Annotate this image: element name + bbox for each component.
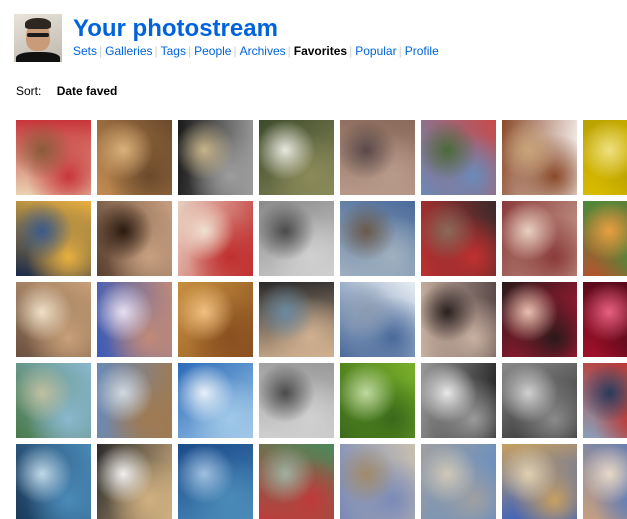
photo-thumbnail-mountain-town[interactable] [340,201,415,276]
nav-people[interactable]: People [194,44,231,58]
sort-label: Sort: [16,84,42,98]
photo-thumbnail-lake-swimmer[interactable] [16,444,91,519]
nav-separator: | [287,44,291,58]
photo-thumbnail-street-wide[interactable] [421,444,496,519]
photo-thumbnail-face-hair[interactable] [97,201,172,276]
photo-thumbnail-mountain-river[interactable] [16,363,91,438]
page-title: Your photostream [73,15,278,42]
user-avatar[interactable] [14,14,62,62]
nav-galleries[interactable]: Galleries [105,44,152,58]
photo-thumbnail-old-town[interactable] [583,444,627,519]
nav-popular[interactable]: Popular [355,44,396,58]
photo-thumbnail-green-fence[interactable] [259,444,334,519]
sort-bar: Sort: Date faved [16,84,117,98]
nav-separator: | [398,44,402,58]
photo-thumbnail-lighthouse[interactable] [583,363,627,438]
photo-thumbnail-autumn-tree[interactable] [97,120,172,195]
photo-thumbnail-asian-woman-red[interactable] [502,282,577,357]
nav-separator: | [233,44,237,58]
photo-thumbnail-woman-bed[interactable] [259,201,334,276]
photo-thumbnail-coffee-cup[interactable] [502,120,577,195]
photo-thumbnail-night-city[interactable] [16,201,91,276]
nav-favorites[interactable]: Favorites [294,44,347,58]
photo-thumbnail-canal-houses[interactable] [421,120,496,195]
photo-thumbnail-smiling-woman[interactable] [16,282,91,357]
photo-thumbnail-woman-fur-hood[interactable] [97,282,172,357]
photo-thumbnail-blue-sky[interactable] [178,363,253,438]
photo-thumbnail-green-bottles[interactable] [340,363,415,438]
photo-thumbnail-pastries[interactable] [178,201,253,276]
sort-value: Date faved [56,84,118,98]
nav-tags[interactable]: Tags [161,44,186,58]
photo-thumbnail-city-bw-aerial[interactable] [502,363,577,438]
avatar-shirt [16,52,60,62]
photo-thumbnail-market-street[interactable] [421,201,496,276]
avatar-glasses [27,33,49,37]
photo-thumbnail-girl-flower-crown[interactable] [16,120,91,195]
photo-thumbnail-volleyball-team[interactable] [421,363,496,438]
photo-thumbnail-building-sky[interactable] [502,444,577,519]
photo-thumbnail-street-lamp[interactable] [259,363,334,438]
nav-profile[interactable]: Profile [405,44,439,58]
photo-thumbnail-plaza[interactable] [340,444,415,519]
nav-separator: | [154,44,158,58]
photo-thumbnail-bowl[interactable] [97,444,172,519]
photo-thumbnail-red-bubbles[interactable] [583,282,627,357]
photo-thumbnail-woman-sitting[interactable] [259,282,334,357]
photo-thumbnail-snowy-peaks[interactable] [340,282,415,357]
photo-thumbnail-dancers[interactable] [502,201,577,276]
nav-separator: | [99,44,103,58]
photo-thumbnail-city-aerial[interactable] [340,120,415,195]
photo-thumbnail-blue-net[interactable] [178,444,253,519]
photostream-subnav: Sets | Galleries | Tags | People | Archives | Favo… [73,43,439,59]
photo-thumbnail-japanese-garden[interactable] [583,201,627,276]
nav-sets[interactable]: Sets [73,44,97,58]
photo-thumbnail-woman-lying[interactable] [421,282,496,357]
photo-thumbnail-yellow-flower[interactable] [583,120,627,195]
nav-separator: | [187,44,192,58]
photo-thumbnail-woman-eyes[interactable] [178,282,253,357]
photo-thumbnail-bird-feeder[interactable] [259,120,334,195]
avatar-hair [25,18,51,29]
photo-thumbnail-vintage-car[interactable] [178,120,253,195]
nav-archives[interactable]: Archives [240,44,286,58]
photo-thumbnail-duck[interactable] [97,363,172,438]
